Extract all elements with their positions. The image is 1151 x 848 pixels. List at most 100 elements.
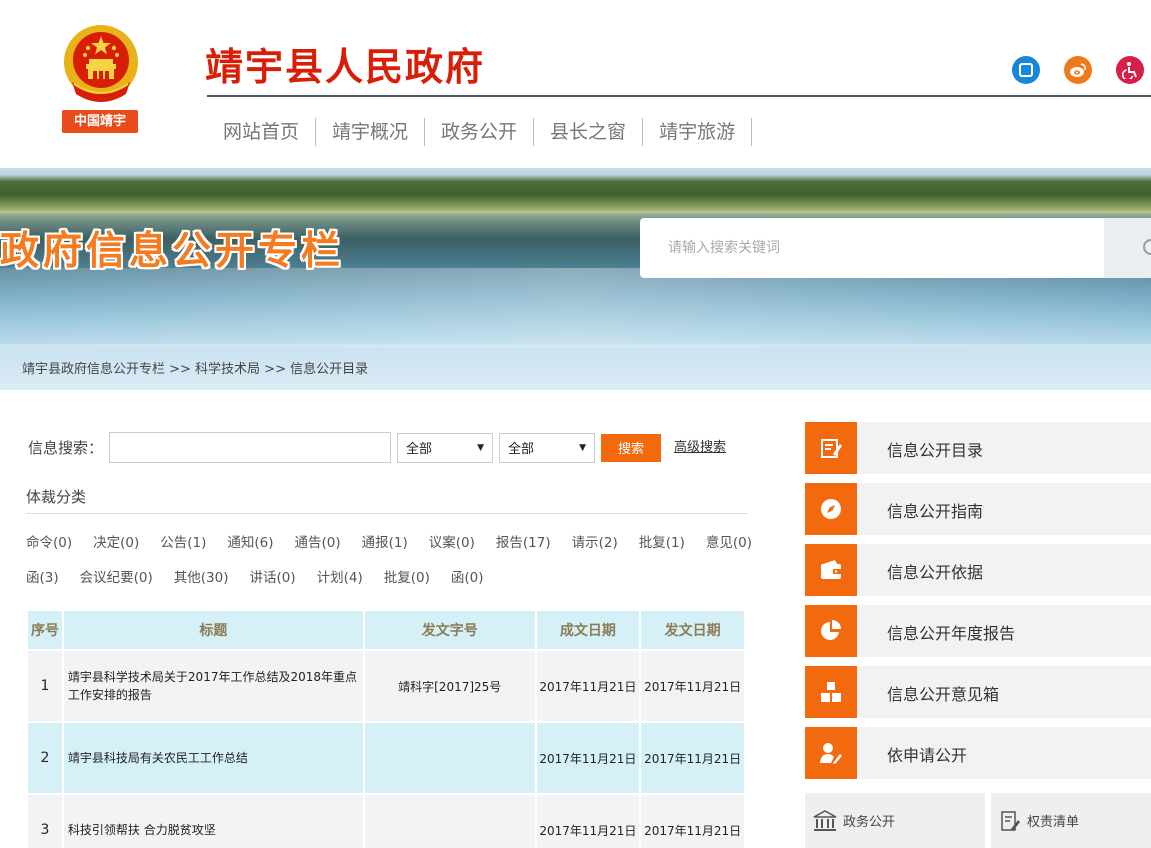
government-building-icon: [813, 809, 837, 831]
genre-link[interactable]: 其他(30): [174, 566, 229, 586]
row-no: 3: [28, 795, 62, 848]
info-search-button[interactable]: 搜索: [601, 433, 662, 462]
chevron-down-icon: ▼: [477, 442, 485, 453]
genre-link[interactable]: 计划(4): [317, 566, 363, 586]
nav-item-mayor-window[interactable]: 县长之窗: [534, 118, 644, 146]
accessibility-icon[interactable]: [1116, 56, 1144, 84]
side-item-label: 信息公开意见箱: [887, 685, 1000, 704]
genre-link[interactable]: 函(0): [451, 566, 484, 586]
advanced-search-link[interactable]: 高级搜索: [674, 436, 726, 455]
row-issued-date: 2017年11月21日: [641, 723, 744, 793]
genre-link[interactable]: 讲话(0): [249, 566, 295, 586]
table-row[interactable]: 3 科技引领帮扶 合力脱贫攻坚 2017年11月21日 2017年11月21日: [28, 795, 744, 848]
genre-link[interactable]: 意见(0): [706, 531, 752, 551]
info-search-input[interactable]: [109, 432, 392, 463]
genre-link[interactable]: 通报(1): [362, 531, 408, 551]
column-header-doc-no: 发文字号: [364, 611, 535, 649]
nav-item-overview[interactable]: 靖宇概况: [316, 118, 426, 146]
scope-select[interactable]: 全部 ▼: [499, 432, 596, 463]
genre-row-2: 函(3) 会议纪要(0) 其他(30) 讲话(0) 计划(4) 批复(0) 函(…: [26, 566, 504, 586]
genre-link[interactable]: 通知(6): [227, 531, 273, 551]
banner-title: 政府信息公开专栏: [0, 229, 345, 274]
user-edit-icon: [805, 727, 857, 779]
genre-link[interactable]: 通告(0): [295, 531, 341, 551]
column-header-no: 序号: [28, 611, 62, 649]
pie-chart-icon: [805, 605, 857, 657]
wechat-icon[interactable]: [1012, 56, 1040, 84]
genre-link[interactable]: 函(3): [26, 566, 59, 586]
tab-label: 权责清单: [1027, 815, 1080, 830]
info-search-label: 信息搜索：: [28, 439, 104, 457]
tab-power-list[interactable]: 权责清单: [991, 793, 1151, 848]
table-row[interactable]: 2 靖宇县科技局有关农民工工作总结 2017年11月21日 2017年11月21…: [28, 723, 744, 793]
genre-link[interactable]: 请示(2): [572, 531, 618, 551]
banner-search-button[interactable]: [1104, 218, 1151, 278]
genre-link[interactable]: 报告(17): [496, 531, 551, 551]
side-item-label: 信息公开依据: [887, 563, 984, 582]
bottom-tabs: 政务公开 权责清单: [805, 793, 1151, 848]
category-select[interactable]: 全部 ▼: [397, 432, 494, 463]
row-written-date: 2017年11月21日: [536, 723, 640, 793]
compass-icon: [805, 483, 857, 535]
boxes-icon: [805, 666, 857, 718]
breadcrumb[interactable]: 靖宇县政府信息公开专栏 >> 科学技术局 >> 信息公开目录: [22, 358, 368, 377]
top-icon-group: [1012, 56, 1144, 84]
edit-list-icon: [805, 422, 857, 474]
row-title-link[interactable]: 科技引领帮扶 合力脱贫攻坚: [63, 795, 363, 848]
side-item-annual-report[interactable]: 信息公开年度报告: [805, 605, 1151, 657]
genre-link[interactable]: 议案(0): [429, 531, 475, 551]
banner-scenery: [0, 168, 1151, 213]
row-issued-date: 2017年11月21日: [641, 651, 744, 721]
row-title-link[interactable]: 靖宇县科学技术局关于2017年工作总结及2018年重点工作安排的报告: [63, 651, 363, 721]
row-written-date: 2017年11月21日: [536, 795, 640, 848]
row-issued-date: 2017年11月21日: [641, 795, 744, 848]
row-no: 2: [28, 723, 62, 793]
row-doc-no: [364, 723, 535, 793]
side-item-feedback-box[interactable]: 信息公开意见箱: [805, 666, 1151, 718]
banner-search-input[interactable]: [640, 218, 1104, 278]
genre-link[interactable]: 公告(1): [160, 531, 206, 551]
search-icon: [1143, 239, 1151, 255]
column-header-written-date: 成文日期: [536, 611, 640, 649]
side-item-label: 信息公开指南: [887, 502, 984, 521]
table-row[interactable]: 1 靖宇县科学技术局关于2017年工作总结及2018年重点工作安排的报告 靖科字…: [28, 651, 744, 721]
banner: 政府信息公开专栏 靖宇县政府信息公开专栏 >> 科学技术局 >> 信息公开目录: [0, 168, 1151, 390]
column-header-title: 标题: [63, 611, 363, 649]
table-header-row: 序号 标题 发文字号 成文日期 发文日期: [28, 611, 744, 649]
side-item-apply[interactable]: 依申请公开: [805, 727, 1151, 779]
site-title[interactable]: 靖宇县人民政府: [205, 36, 485, 91]
weibo-icon[interactable]: [1064, 56, 1092, 84]
breadcrumb-bar: 靖宇县政府信息公开专栏 >> 科学技术局 >> 信息公开目录: [0, 344, 1151, 390]
nav-item-home[interactable]: 网站首页: [207, 118, 317, 146]
banner-water-shine: [0, 268, 1151, 348]
section-divider: [26, 513, 748, 514]
row-doc-no: [364, 795, 535, 848]
tab-gov-affairs[interactable]: 政务公开: [805, 793, 985, 848]
document-table: 序号 标题 发文字号 成文日期 发文日期 1 靖宇县科学技术局关于2017年工作…: [26, 609, 746, 848]
row-title-link[interactable]: 靖宇县科技局有关农民工工作总结: [63, 723, 363, 793]
title-divider: [207, 95, 1151, 97]
genre-link[interactable]: 会议纪要(0): [80, 566, 153, 586]
genre-row-1: 命令(0) 决定(0) 公告(1) 通知(6) 通告(0) 通报(1) 议案(0…: [26, 531, 752, 551]
genre-link[interactable]: 批复(1): [639, 531, 685, 551]
chevron-down-icon: ▼: [579, 442, 587, 453]
row-no: 1: [28, 651, 62, 721]
genre-link[interactable]: 命令(0): [26, 531, 72, 551]
side-item-catalog[interactable]: 信息公开目录: [805, 422, 1151, 474]
genre-link[interactable]: 决定(0): [93, 531, 139, 551]
column-header-issued-date: 发文日期: [641, 611, 744, 649]
side-item-label: 依申请公开: [887, 746, 968, 765]
main-nav: 网站首页 靖宇概况 政务公开 县长之窗 靖宇旅游: [207, 118, 753, 146]
row-written-date: 2017年11月21日: [536, 651, 640, 721]
side-item-basis[interactable]: 信息公开依据: [805, 544, 1151, 596]
nav-item-gov-affairs[interactable]: 政务公开: [425, 118, 535, 146]
info-search-row: 信息搜索： 全部 ▼ 全部 ▼ 搜索: [28, 432, 662, 463]
genre-link[interactable]: 批复(0): [384, 566, 430, 586]
side-item-label: 信息公开目录: [887, 441, 984, 460]
genre-section-title: 体裁分类: [26, 488, 87, 506]
scope-select-value: 全部: [508, 442, 535, 457]
side-item-guide[interactable]: 信息公开指南: [805, 483, 1151, 535]
emblem-tag: 中国靖宇: [62, 110, 138, 133]
nav-item-tourism[interactable]: 靖宇旅游: [643, 118, 753, 146]
national-emblem-icon: [64, 25, 138, 102]
